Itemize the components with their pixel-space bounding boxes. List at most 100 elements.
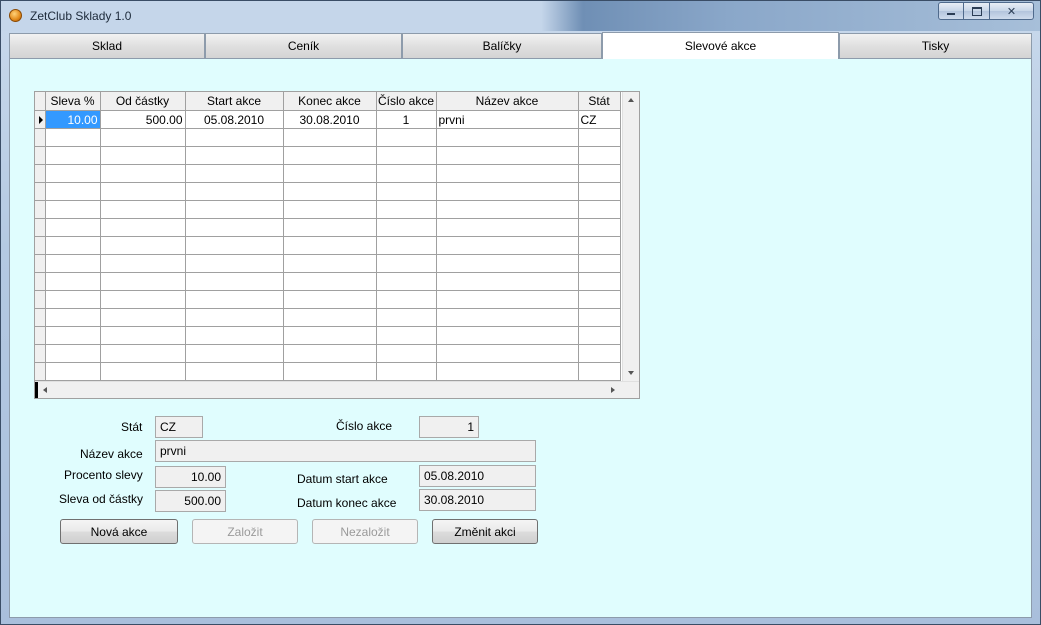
- empty-cell[interactable]: [283, 128, 377, 147]
- scroll-up-icon[interactable]: [628, 98, 634, 102]
- column-header-konec-akce[interactable]: Konec akce: [283, 92, 377, 111]
- empty-cell[interactable]: [436, 128, 579, 147]
- maximize-button[interactable]: [964, 2, 990, 20]
- empty-cell[interactable]: [376, 182, 437, 201]
- empty-cell[interactable]: [578, 308, 621, 327]
- empty-cell[interactable]: [376, 326, 437, 345]
- empty-cell[interactable]: [578, 218, 621, 237]
- empty-cell[interactable]: [376, 254, 437, 273]
- empty-cell[interactable]: [436, 290, 579, 309]
- empty-cell[interactable]: [376, 200, 437, 219]
- scroll-down-icon[interactable]: [628, 371, 634, 375]
- column-header-cislo-akce[interactable]: Číslo akce: [376, 92, 437, 111]
- empty-cell[interactable]: [283, 164, 377, 183]
- empty-cell[interactable]: [436, 326, 579, 345]
- empty-row[interactable]: [35, 164, 621, 183]
- empty-row[interactable]: [35, 362, 621, 381]
- empty-cell[interactable]: [578, 164, 621, 183]
- empty-cell[interactable]: [578, 272, 621, 291]
- empty-cell[interactable]: [283, 290, 377, 309]
- empty-row[interactable]: [35, 272, 621, 291]
- empty-cell[interactable]: [100, 200, 186, 219]
- sleva-od-castky-field[interactable]: 500.00: [155, 490, 226, 512]
- empty-cell[interactable]: [436, 146, 579, 165]
- datum-konec-field[interactable]: 30.08.2010: [419, 489, 536, 511]
- empty-cell[interactable]: [100, 290, 186, 309]
- empty-cell[interactable]: [185, 218, 284, 237]
- empty-cell[interactable]: [185, 146, 284, 165]
- empty-cell[interactable]: [283, 272, 377, 291]
- empty-cell[interactable]: [100, 182, 186, 201]
- empty-cell[interactable]: [45, 362, 101, 381]
- empty-row[interactable]: [35, 128, 621, 147]
- table-row[interactable]: 10.00 500.00 05.08.2010 30.08.2010 1 prv…: [35, 110, 621, 129]
- column-header-nazev-akce[interactable]: Název akce: [436, 92, 579, 111]
- empty-cell[interactable]: [578, 290, 621, 309]
- tab-tisky[interactable]: Tisky: [839, 33, 1032, 58]
- table-cell[interactable]: 30.08.2010: [283, 110, 377, 129]
- empty-cell[interactable]: [436, 236, 579, 255]
- empty-cell[interactable]: [436, 164, 579, 183]
- empty-cell[interactable]: [436, 182, 579, 201]
- empty-cell[interactable]: [283, 146, 377, 165]
- grid-horizontal-scrollbar[interactable]: [35, 381, 639, 398]
- empty-cell[interactable]: [283, 236, 377, 255]
- empty-cell[interactable]: [283, 218, 377, 237]
- empty-cell[interactable]: [185, 290, 284, 309]
- empty-cell[interactable]: [376, 290, 437, 309]
- table-cell[interactable]: prvni: [436, 110, 579, 129]
- column-header-sleva[interactable]: Sleva %: [45, 92, 101, 111]
- empty-cell[interactable]: [283, 362, 377, 381]
- empty-cell[interactable]: [283, 308, 377, 327]
- close-button[interactable]: ✕: [990, 2, 1034, 20]
- nova-akce-button[interactable]: Nová akce: [60, 519, 178, 544]
- empty-cell[interactable]: [578, 146, 621, 165]
- empty-cell[interactable]: [185, 254, 284, 273]
- empty-row[interactable]: [35, 218, 621, 237]
- empty-cell[interactable]: [578, 236, 621, 255]
- empty-row[interactable]: [35, 290, 621, 309]
- empty-cell[interactable]: [578, 182, 621, 201]
- empty-row[interactable]: [35, 182, 621, 201]
- empty-cell[interactable]: [185, 182, 284, 201]
- empty-cell[interactable]: [376, 128, 437, 147]
- empty-cell[interactable]: [45, 146, 101, 165]
- empty-cell[interactable]: [45, 164, 101, 183]
- empty-cell[interactable]: [185, 272, 284, 291]
- empty-cell[interactable]: [283, 182, 377, 201]
- empty-cell[interactable]: [436, 362, 579, 381]
- title-bar[interactable]: ZetClub Sklady 1.0 ✕: [1, 1, 1040, 31]
- column-header-start-akce[interactable]: Start akce: [185, 92, 284, 111]
- tab-sklad[interactable]: Sklad: [9, 33, 205, 58]
- empty-cell[interactable]: [376, 308, 437, 327]
- table-cell[interactable]: 10.00: [45, 110, 101, 129]
- empty-cell[interactable]: [436, 344, 579, 363]
- empty-row[interactable]: [35, 254, 621, 273]
- empty-cell[interactable]: [283, 200, 377, 219]
- empty-cell[interactable]: [283, 254, 377, 273]
- empty-cell[interactable]: [100, 272, 186, 291]
- empty-cell[interactable]: [100, 362, 186, 381]
- stat-field[interactable]: CZ: [155, 416, 203, 438]
- empty-cell[interactable]: [376, 272, 437, 291]
- empty-cell[interactable]: [100, 146, 186, 165]
- empty-cell[interactable]: [578, 128, 621, 147]
- empty-cell[interactable]: [45, 200, 101, 219]
- empty-cell[interactable]: [185, 164, 284, 183]
- empty-row[interactable]: [35, 200, 621, 219]
- empty-cell[interactable]: [185, 344, 284, 363]
- empty-cell[interactable]: [185, 326, 284, 345]
- discounts-grid[interactable]: Sleva % Od částky Start akce Konec akce …: [34, 91, 640, 399]
- empty-row[interactable]: [35, 308, 621, 327]
- empty-cell[interactable]: [376, 236, 437, 255]
- empty-cell[interactable]: [45, 326, 101, 345]
- datum-start-field[interactable]: 05.08.2010: [419, 465, 536, 487]
- empty-cell[interactable]: [578, 326, 621, 345]
- scroll-right-icon[interactable]: [611, 387, 615, 393]
- empty-cell[interactable]: [578, 200, 621, 219]
- table-cell[interactable]: 1: [376, 110, 437, 129]
- table-cell[interactable]: CZ: [578, 110, 621, 129]
- nazev-akce-field[interactable]: prvni: [155, 440, 536, 462]
- tab-balicky[interactable]: Balíčky: [402, 33, 602, 58]
- empty-cell[interactable]: [578, 254, 621, 273]
